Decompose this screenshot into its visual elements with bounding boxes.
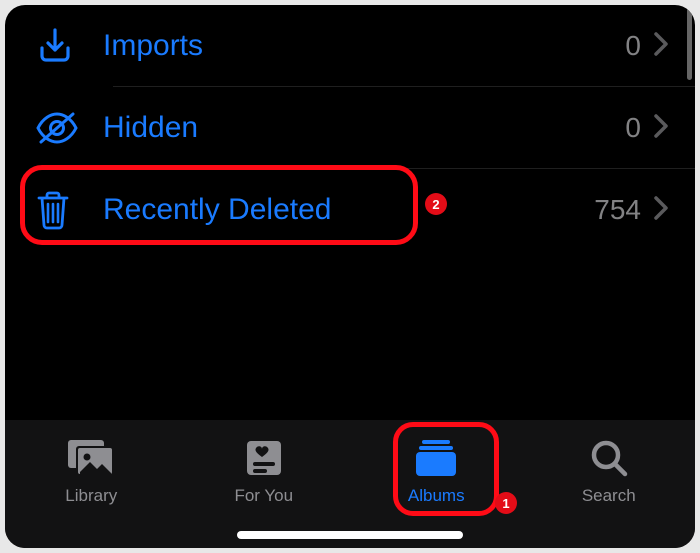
album-label: Hidden <box>103 111 625 145</box>
home-indicator[interactable] <box>237 531 463 539</box>
album-count: 754 <box>594 194 641 226</box>
for-you-icon <box>244 436 284 480</box>
tab-bar: Library For You Albums <box>5 420 695 548</box>
album-count: 0 <box>625 30 641 62</box>
chevron-right-icon <box>653 113 669 144</box>
album-label: Imports <box>103 29 625 63</box>
album-row-recently-deleted[interactable]: Recently Deleted 754 <box>5 169 695 251</box>
tab-label: Search <box>582 486 636 506</box>
tab-library[interactable]: Library <box>16 436 166 506</box>
album-label: Recently Deleted <box>103 193 594 227</box>
album-row-hidden[interactable]: Hidden 0 <box>5 87 695 169</box>
search-icon <box>589 436 629 480</box>
tab-label: For You <box>234 486 293 506</box>
annotation-badge-1: 1 <box>495 492 517 514</box>
album-row-imports[interactable]: Imports 0 <box>5 5 695 87</box>
chevron-right-icon <box>653 195 669 226</box>
tab-search[interactable]: Search <box>534 436 684 506</box>
album-count: 0 <box>625 112 641 144</box>
photos-app-screen: Imports 0 Hidden 0 <box>5 5 695 548</box>
albums-list: Imports 0 Hidden 0 <box>5 5 695 251</box>
import-icon <box>31 26 103 66</box>
tab-label: Library <box>65 486 117 506</box>
library-icon <box>66 436 116 480</box>
hidden-eye-icon <box>31 110 103 146</box>
annotation-badge-2: 2 <box>425 193 447 215</box>
trash-icon <box>31 190 103 230</box>
tab-label: Albums <box>408 486 465 506</box>
chevron-right-icon <box>653 31 669 62</box>
albums-icon <box>413 436 459 480</box>
tab-for-you[interactable]: For You <box>189 436 339 506</box>
tab-albums[interactable]: Albums <box>361 436 511 506</box>
